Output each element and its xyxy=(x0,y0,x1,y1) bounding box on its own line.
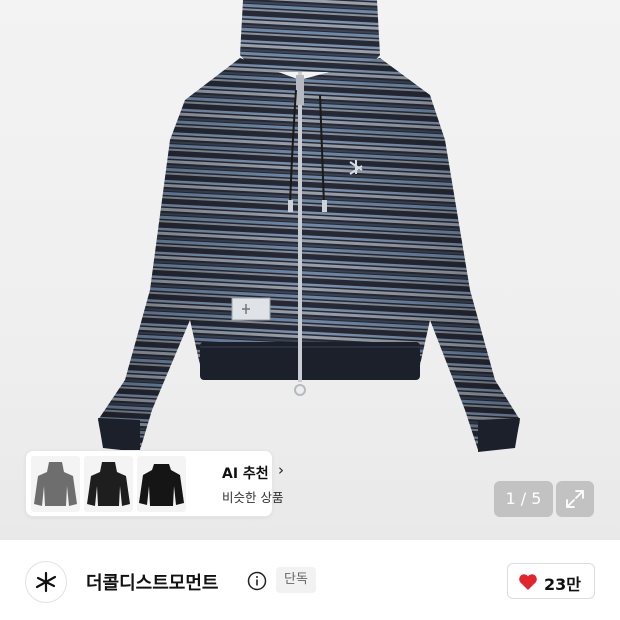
brand-name[interactable]: 더콜디스트모먼트 xyxy=(86,569,218,595)
heart-icon xyxy=(519,574,537,590)
ai-recommendation-card[interactable]: AI 추천 › 비슷한 상품 xyxy=(25,450,284,517)
like-button[interactable]: 23만 xyxy=(507,563,595,599)
similar-product-thumbnail[interactable] xyxy=(31,456,80,512)
expand-button[interactable] xyxy=(556,481,594,517)
exclusive-badge: 단독 xyxy=(276,567,316,593)
brand-logo-icon xyxy=(35,571,57,593)
ai-recommend-title: AI 추천 xyxy=(222,466,269,482)
info-icon[interactable] xyxy=(247,571,267,591)
similar-product-thumbnail[interactable] xyxy=(137,456,186,512)
chevron-right-icon: › xyxy=(278,461,284,479)
product-image-gallery[interactable]: AI 추천 › 비슷한 상품 1 / 5 xyxy=(0,0,620,540)
black-jacket-thumbnail-icon xyxy=(139,464,184,506)
image-counter: 1 / 5 xyxy=(494,481,553,517)
expand-icon xyxy=(566,490,584,508)
ai-recommend-subtitle: 비슷한 상품 xyxy=(222,490,284,505)
black-hoodie-thumbnail-icon xyxy=(87,462,130,506)
similar-product-thumbnail[interactable] xyxy=(84,456,133,512)
brand-logo[interactable] xyxy=(25,561,67,603)
like-count: 23만 xyxy=(544,575,581,594)
gray-hoodie-thumbnail-icon xyxy=(34,462,77,506)
